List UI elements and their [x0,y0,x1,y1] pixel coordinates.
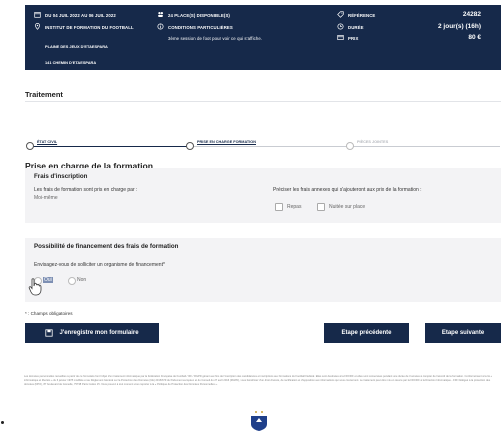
step-training-coverage[interactable]: PRISE EN CHARGE FORMATION [197,140,256,144]
next-step-button[interactable]: Etape suivante [425,323,501,343]
step-dot-attachments [346,142,354,150]
duration-label: DURÉE [348,24,364,30]
address-line: PLAINE DES JEUX D'ETAESPARA [45,44,108,50]
hand-cursor-icon [28,278,42,296]
page-marker [1,421,4,424]
reference-label: RÉFÉRENCE [348,12,376,18]
save-form-label: J'enregistre mon formulaire [59,330,139,336]
session-notice: 3ème session de foot pour voir ce qui s'… [168,36,263,41]
address-line: 64480 - USTARITZ [45,75,79,81]
info-icon [157,23,164,30]
previous-step-button[interactable]: Etape précédente [324,323,409,343]
step-attachments: PIÈCES JOINTES [357,140,389,144]
extra-costs-label: Préciser les frais annexes qui s'ajouter… [273,187,422,193]
session-dates: DU 04 JUIL 2022 AU 06 JUIL 2022 [45,12,116,18]
registration-fees-title: Frais d'inscription [34,173,88,180]
save-icon [45,329,54,337]
required-fields-note: * : Champs obligatoires [25,311,73,316]
address-line: 141 CHEMIN D'ETAESPARA [45,60,97,66]
financing-no-label[interactable]: Non [77,277,86,283]
paid-by-value: Moi-même [34,195,58,201]
available-places: 24 PLACE(S) DISPONIBLE(S) [168,12,230,18]
location-icon [35,23,40,30]
address: PLAINE DES JEUX D'ETAESPARA 141 CHEMIN D… [45,34,108,91]
price-label: PRIX [348,35,359,41]
financing-panel: Possibilité de financement des frais de … [25,238,501,302]
registration-fees-panel: Frais d'inscription Les frais de formati… [25,168,501,223]
fff-logo-icon [251,411,267,431]
steps-title: Traitement [25,90,63,99]
financing-no-radio[interactable] [68,277,76,285]
stepper-progress [30,146,190,147]
next-step-label: Etape suivante [441,330,485,336]
people-icon [158,11,164,17]
duration-value: 2 jour(s) (16h) [438,23,481,30]
save-form-button[interactable]: J'enregistre mon formulaire [25,323,159,343]
price-value: 80 € [468,34,481,41]
special-conditions-label: CONDITIONS PARTICULIÈRES [168,24,233,30]
tag-icon [337,11,344,18]
training-info-header: DU 04 JUIL 2022 AU 06 JUIL 2022 24 PLACE… [25,5,501,81]
clock-icon [337,23,344,30]
financing-title: Possibilité de financement des frais de … [34,243,179,250]
overnight-checkbox[interactable] [317,203,325,211]
calendar-icon [34,12,41,18]
step-dot-training-coverage[interactable] [186,142,194,150]
price-icon [337,35,344,40]
meals-label[interactable]: Repas [287,204,301,210]
meals-checkbox[interactable] [275,203,283,211]
reference-value: 24282 [462,11,481,18]
previous-step-label: Etape précédente [341,330,392,336]
divider [25,101,501,102]
step-dot-civil-status[interactable] [26,142,34,150]
step-civil-status[interactable]: ÉTAT CIVIL [37,140,57,144]
overnight-label[interactable]: Nuitée sur place [329,204,365,210]
paid-by-label: Les frais de formation sont pris en char… [34,187,138,193]
institute-name: INSTITUT DE FORMATION DU FOOTBALL [45,24,134,30]
gdpr-legal-notice: Les données personnelles recueillies à p… [24,375,493,386]
financing-yes-label[interactable]: Oui [43,277,53,283]
financing-question: Envisagez-vous de solliciter un organism… [34,262,165,268]
